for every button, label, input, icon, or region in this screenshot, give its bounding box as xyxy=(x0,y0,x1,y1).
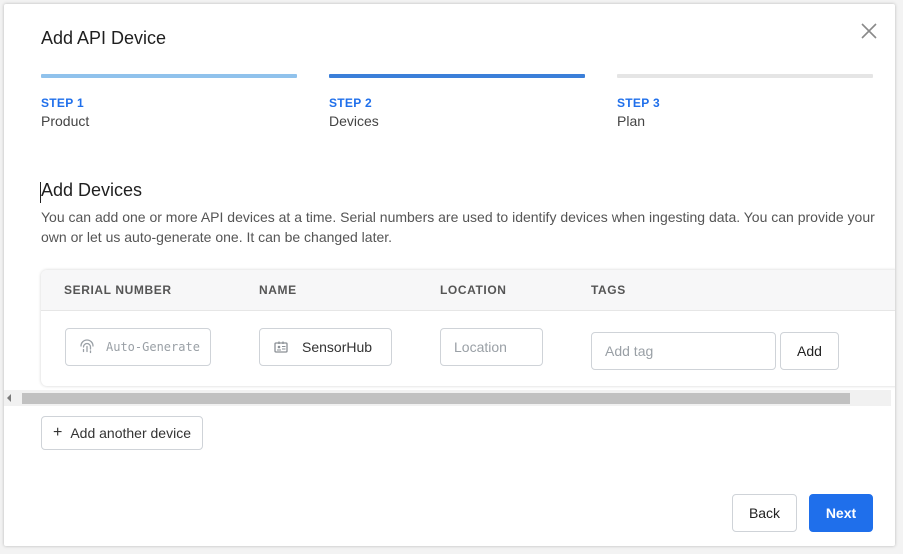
serial-number-input[interactable] xyxy=(65,328,211,366)
column-header-tags: TAGS xyxy=(591,283,626,297)
close-button[interactable] xyxy=(859,21,879,41)
step-number: STEP 3 xyxy=(617,96,660,110)
next-button[interactable]: Next xyxy=(809,494,873,532)
step-progress-bar xyxy=(329,74,585,78)
tag-text[interactable] xyxy=(605,343,775,359)
back-button[interactable]: Back xyxy=(732,494,797,532)
tag-input[interactable] xyxy=(591,332,776,370)
horizontal-scrollbar[interactable] xyxy=(4,390,891,406)
add-api-device-dialog: Add API Device STEP 1 Product STEP 2 Dev… xyxy=(4,4,895,546)
device-id-icon xyxy=(274,341,288,353)
step-product[interactable]: STEP 1 Product xyxy=(41,74,297,129)
text-caret xyxy=(40,182,41,203)
section-title: Add Devices xyxy=(40,180,143,203)
add-another-device-label: Add another device xyxy=(70,425,191,441)
section-description: You can add one or more API devices at a… xyxy=(41,209,875,245)
step-number: STEP 2 xyxy=(329,96,372,110)
step-number: STEP 1 xyxy=(41,96,84,110)
step-label: Product xyxy=(41,113,90,129)
location-input[interactable] xyxy=(440,328,543,366)
table-header: SERIAL NUMBER NAME LOCATION TAGS xyxy=(41,270,895,311)
scrollbar-thumb[interactable] xyxy=(22,393,850,404)
dialog-title: Add API Device xyxy=(41,28,167,48)
column-header-location: LOCATION xyxy=(440,283,507,297)
device-name-text[interactable] xyxy=(302,339,391,355)
scroll-left-arrow-icon[interactable] xyxy=(7,394,11,402)
section-title-text: Add Devices xyxy=(41,180,143,200)
step-label: Devices xyxy=(329,113,379,129)
devices-table: SERIAL NUMBER NAME LOCATION TAGS Auto-Ge… xyxy=(41,270,895,386)
step-label: Plan xyxy=(617,113,646,129)
step-plan[interactable]: STEP 3 Plan xyxy=(617,74,873,129)
device-name-input[interactable] xyxy=(259,328,392,366)
step-devices[interactable]: STEP 2 Devices xyxy=(329,74,585,129)
serial-number-text[interactable] xyxy=(106,340,210,354)
step-progress-bar xyxy=(617,74,873,78)
add-another-device-button[interactable]: + Add another device xyxy=(41,416,203,450)
location-text[interactable] xyxy=(454,339,542,355)
close-icon xyxy=(861,23,877,39)
step-progress-bar xyxy=(41,74,297,78)
column-header-serial: SERIAL NUMBER xyxy=(64,283,172,297)
column-header-name: NAME xyxy=(259,283,297,297)
add-tag-button[interactable]: Add xyxy=(780,332,839,370)
plus-icon: + xyxy=(53,424,63,441)
fingerprint-icon xyxy=(80,339,94,354)
